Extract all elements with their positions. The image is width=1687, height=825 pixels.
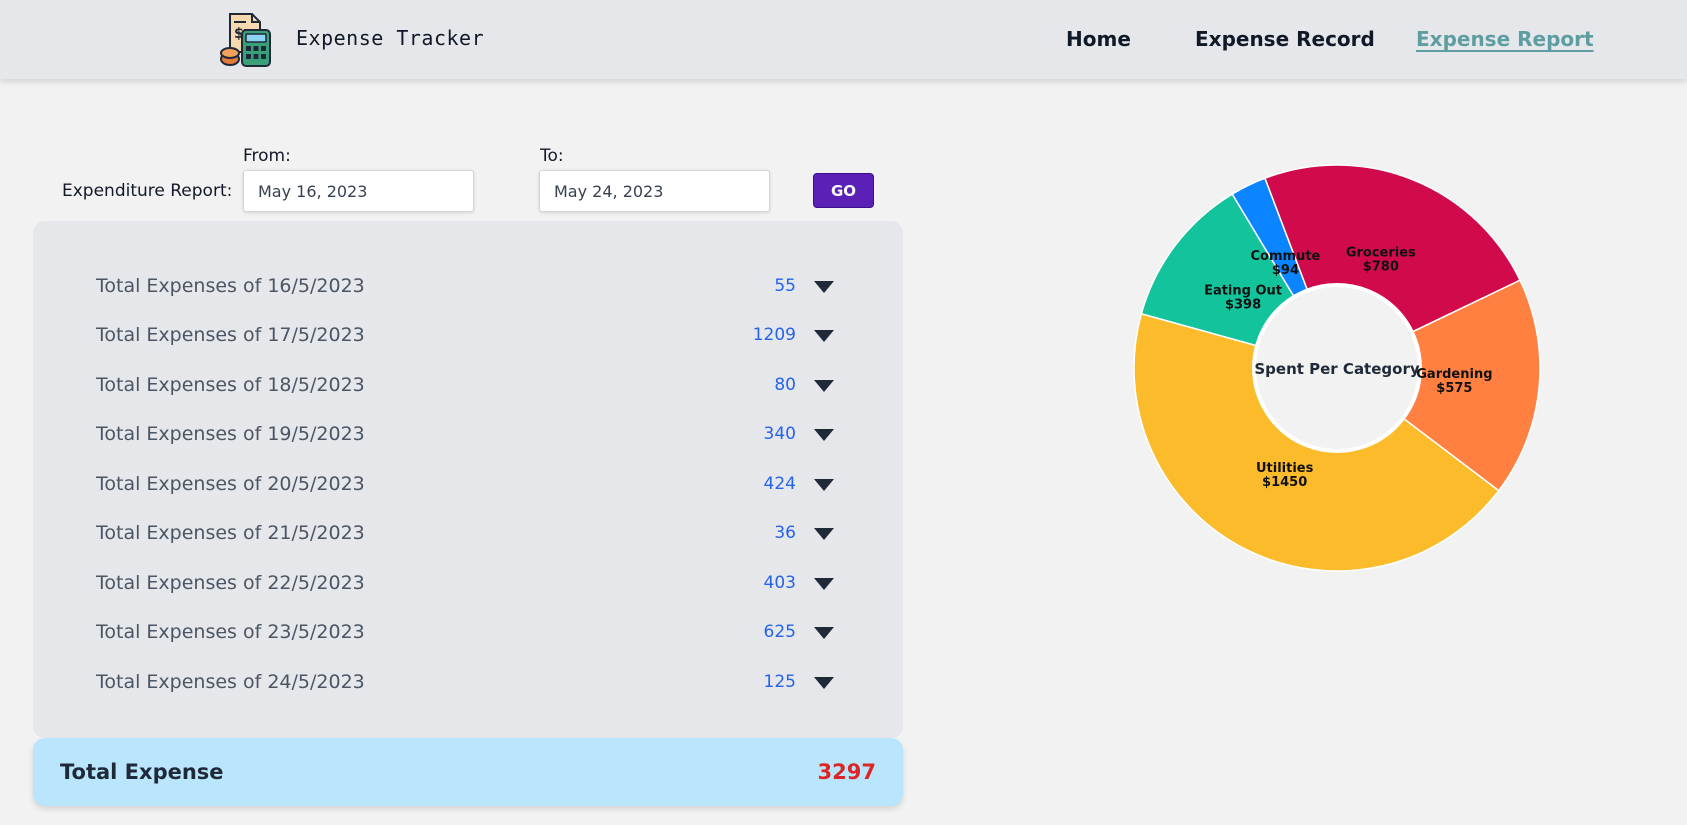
day-label: Total Expenses of 21/5/2023: [96, 522, 365, 544]
slice-value: $398: [1225, 298, 1261, 313]
to-label: To:: [540, 146, 564, 166]
slice-label: Eating Out: [1204, 284, 1282, 299]
list-item: Total Expenses of 16/5/2023 55: [33, 267, 903, 307]
list-item: Total Expenses of 19/5/2023 340: [33, 415, 903, 455]
day-amount: 1209: [752, 325, 796, 345]
caret-down-icon[interactable]: [814, 677, 834, 689]
day-label: Total Expenses of 24/5/2023: [96, 671, 365, 693]
chart-center-label: Spent Per Category: [1254, 360, 1419, 378]
slice-value: $575: [1436, 381, 1472, 396]
day-amount: 55: [774, 276, 796, 296]
caret-down-icon[interactable]: [814, 528, 834, 540]
day-label: Total Expenses of 16/5/2023: [96, 275, 365, 297]
list-item: Total Expenses of 22/5/2023 403: [33, 564, 903, 604]
list-item: Total Expenses of 24/5/2023 125: [33, 663, 903, 703]
total-expense-box: Total Expense 3297: [33, 738, 903, 806]
day-label: Total Expenses of 18/5/2023: [96, 374, 365, 396]
day-amount: 125: [763, 672, 796, 692]
day-label: Total Expenses of 22/5/2023: [96, 572, 365, 594]
go-button[interactable]: GO: [813, 173, 874, 208]
caret-down-icon[interactable]: [814, 578, 834, 590]
slice-label: Groceries: [1346, 245, 1416, 260]
from-label: From:: [243, 146, 291, 166]
list-item: Total Expenses of 18/5/2023 80: [33, 366, 903, 406]
calculator-receipt-icon[interactable]: $: [218, 12, 274, 68]
slice-label: Gardening: [1416, 367, 1492, 382]
list-item: Total Expenses of 20/5/2023 424: [33, 465, 903, 505]
slice-value: $780: [1363, 259, 1399, 274]
nav-expense-report[interactable]: Expense Report: [1416, 27, 1594, 51]
caret-down-icon[interactable]: [814, 429, 834, 441]
day-label: Total Expenses of 23/5/2023: [96, 621, 365, 643]
day-amount: 36: [774, 523, 796, 543]
list-item: Total Expenses of 23/5/2023 625: [33, 613, 903, 653]
day-label: Total Expenses of 20/5/2023: [96, 473, 365, 495]
caret-down-icon[interactable]: [814, 281, 834, 293]
caret-down-icon[interactable]: [814, 380, 834, 392]
brand-name[interactable]: Expense Tracker: [296, 26, 484, 50]
caret-down-icon[interactable]: [814, 330, 834, 342]
daily-expenses-panel: Total Expenses of 16/5/2023 55 Total Exp…: [33, 221, 903, 738]
day-label: Total Expenses of 19/5/2023: [96, 423, 365, 445]
day-amount: 403: [763, 573, 796, 593]
total-value: 3297: [817, 760, 876, 784]
caret-down-icon[interactable]: [814, 627, 834, 639]
nav-home[interactable]: Home: [1066, 27, 1131, 51]
day-amount: 424: [763, 474, 796, 494]
top-navbar: $ Expense Tracker Home Expense Record Ex…: [0, 0, 1687, 79]
day-amount: 340: [763, 424, 796, 444]
slice-label: Commute: [1251, 249, 1321, 264]
report-label: Expenditure Report:: [62, 181, 233, 201]
nav-expense-record[interactable]: Expense Record: [1195, 27, 1375, 51]
caret-down-icon[interactable]: [814, 479, 834, 491]
to-date-input[interactable]: May 24, 2023: [539, 170, 770, 212]
slice-label: Utilities: [1256, 461, 1314, 476]
list-item: Total Expenses of 17/5/2023 1209: [33, 316, 903, 356]
day-amount: 625: [763, 622, 796, 642]
slice-value: $94: [1272, 263, 1299, 278]
from-date-input[interactable]: May 16, 2023: [243, 170, 474, 212]
list-item: Total Expenses of 21/5/2023 36: [33, 514, 903, 554]
total-label: Total Expense: [60, 760, 224, 784]
slice-value: $1450: [1262, 475, 1307, 490]
day-label: Total Expenses of 17/5/2023: [96, 324, 365, 346]
category-donut-chart: Spent Per Category Utilities$1450 Eating …: [1133, 164, 1541, 572]
day-amount: 80: [774, 375, 796, 395]
